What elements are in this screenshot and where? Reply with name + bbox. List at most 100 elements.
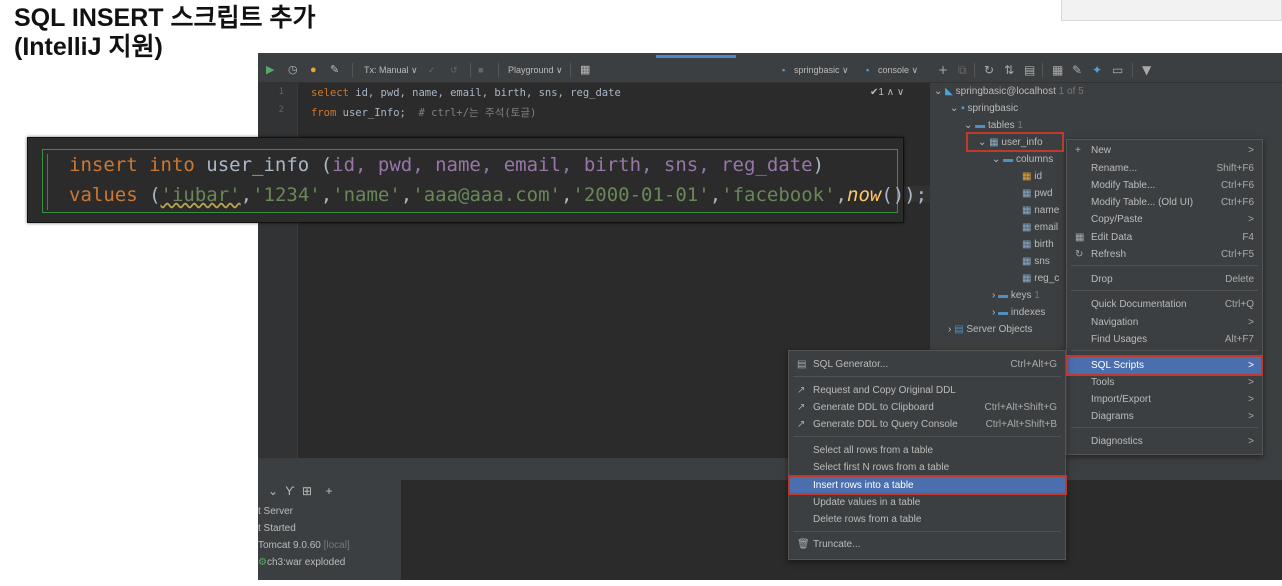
menu-item-find-usages[interactable]: Find Usages Alt+F7 <box>1067 331 1262 348</box>
table-view-icon[interactable]: ▦ <box>1052 63 1063 77</box>
tree-server-objects[interactable]: › ▤ Server Objects <box>948 322 1033 338</box>
menu-item-tools[interactable]: Tools > <box>1067 374 1262 391</box>
menu-item-copy-paste[interactable]: Copy/Paste > <box>1067 211 1262 228</box>
tree-column[interactable]: ▦ reg_c <box>1022 271 1059 287</box>
edit-icon[interactable]: ✎ <box>1072 63 1082 77</box>
menu-item-modify-table[interactable]: Modify Table... Ctrl+F6 <box>1067 177 1262 194</box>
submenu-item-delete-rows[interactable]: Delete rows from a table <box>789 511 1065 528</box>
submenu-item-ddl-console[interactable]: ↗ Generate DDL to Query Console Ctrl+Alt+S… <box>789 416 1065 433</box>
run-icon[interactable]: ▶ <box>266 64 274 77</box>
chevron-right-icon: › <box>948 324 952 335</box>
filter-icon[interactable]: ▼ <box>1142 63 1151 77</box>
code-string: 'iubar' <box>160 184 241 206</box>
filter-icon[interactable]: Ƴ <box>285 484 294 498</box>
tree-indexes-label: indexes <box>1010 307 1046 318</box>
history-icon[interactable]: ◷ <box>288 64 298 77</box>
add-icon[interactable]: + <box>938 63 948 77</box>
ddl-icon[interactable]: ▤ <box>1024 63 1035 77</box>
menu-item-edit-data[interactable]: ▦ Edit Data F4 <box>1067 229 1262 246</box>
menu-item-modify-table-old[interactable]: Modify Table... (Old UI) Ctrl+F6 <box>1067 194 1262 211</box>
code-columns: id, pwd, name, email, birth, sns, reg_da… <box>332 154 813 176</box>
tree-connection-count: 1 of 5 <box>1058 86 1084 97</box>
submenu-item-ddl-clipboard[interactable]: ↗ Generate DDL to Clipboard Ctrl+Alt+Shift… <box>789 399 1065 416</box>
copy-icon[interactable]: ⧉ <box>958 63 967 77</box>
submenu-item-label: Insert rows into a table <box>813 480 914 491</box>
tree-columns[interactable]: ⌄ ▬ columns <box>992 152 1053 168</box>
menu-item-refresh[interactable]: ↻ Refresh Ctrl+F5 <box>1067 246 1262 263</box>
console-dropdown[interactable]: console ∨ <box>878 64 918 77</box>
menu-item-new[interactable]: + New > <box>1067 142 1262 159</box>
tree-connection[interactable]: ⌄ ◣ springbasic@localhost 1 of 5 <box>934 84 1084 100</box>
grid-icon[interactable]: ▦ <box>580 64 590 77</box>
submenu-item-request-ddl[interactable]: ↗ Request and Copy Original DDL <box>789 382 1065 399</box>
zoom-line-1: insert into user_info (id, pwd, name, em… <box>69 154 824 176</box>
services-item[interactable]: t Server <box>258 506 293 517</box>
tree-keys[interactable]: › ▬ keys 1 <box>992 288 1040 304</box>
schema-icon[interactable]: ⇅ <box>1004 63 1014 77</box>
toolbar-divider <box>498 63 499 77</box>
rollback-icon[interactable]: ↺ <box>450 64 458 77</box>
tx-mode-dropdown[interactable]: Tx: Manual ∨ <box>364 64 418 77</box>
add-service-icon[interactable]: + <box>325 484 332 498</box>
datasource-dropdown[interactable]: springbasic ∨ <box>794 64 849 77</box>
menu-separator <box>1071 427 1258 428</box>
code-paren: ) <box>812 154 825 176</box>
code-string: 'aaa@aaa.com' <box>412 184 561 206</box>
refresh-icon[interactable]: ↻ <box>984 63 994 77</box>
services-item[interactable]: ⚙ch3:war exploded <box>258 557 345 568</box>
submenu-item-update-values[interactable]: Update values in a table <box>789 494 1065 511</box>
menu-item-navigation[interactable]: Navigation > <box>1067 314 1262 331</box>
menu-item-label: Copy/Paste <box>1091 214 1143 225</box>
wrench-icon[interactable]: ✎ <box>330 64 339 77</box>
menu-item-quick-doc[interactable]: Quick Documentation Ctrl+Q <box>1067 296 1262 313</box>
jump-icon[interactable]: ✦ <box>1092 63 1102 77</box>
menu-item-label: Import/Export <box>1091 394 1152 405</box>
profile-icon[interactable]: ● <box>310 64 317 77</box>
menu-item-diagrams[interactable]: Diagrams > <box>1067 408 1262 425</box>
menu-item-diagnostics[interactable]: Diagnostics > <box>1067 433 1262 450</box>
tree-column[interactable]: ▦ sns <box>1022 254 1050 270</box>
layout-icon[interactable]: ⊞ <box>302 484 312 498</box>
tree-column[interactable]: ▦ name <box>1022 203 1059 219</box>
services-item[interactable]: Tomcat 9.0.60 [local] <box>258 540 350 551</box>
inspection-widget[interactable]: ✔1 ∧ ∨ <box>870 87 904 98</box>
tree-table-label: user_info <box>1001 137 1043 148</box>
menu-item-drop[interactable]: Drop Delete <box>1067 271 1262 288</box>
code-line-2: from user_Info; # ctrl+/는 주석(토글) <box>311 105 536 120</box>
playground-dropdown[interactable]: Playground ∨ <box>508 64 563 77</box>
stop-icon[interactable]: ■ <box>478 64 483 77</box>
menu-item-import-export[interactable]: Import/Export > <box>1067 391 1262 408</box>
refresh-icon: ↻ <box>1075 249 1084 260</box>
submenu-item-sql-generator[interactable]: ▤ SQL Generator... Ctrl+Alt+G <box>789 356 1065 373</box>
column-icon: ▦ <box>1022 239 1032 250</box>
services-item[interactable]: t Started <box>258 523 296 534</box>
submenu-item-select-all[interactable]: Select all rows from a table <box>789 442 1065 459</box>
submenu-item-shortcut: Ctrl+Alt+G <box>1010 359 1057 370</box>
submenu-item-truncate[interactable]: 🗑 Truncate... <box>789 536 1065 553</box>
console-open-icon[interactable]: ▭ <box>1112 63 1123 77</box>
tree-tables[interactable]: ⌄ ▬ tables 1 <box>964 118 1023 134</box>
tree-column[interactable]: ▦ pwd <box>1022 186 1053 202</box>
collapse-icon[interactable]: ⌄ <box>268 484 278 498</box>
tree-column[interactable]: ▦ id <box>1022 169 1042 185</box>
code-text: id, pwd, name, email, birth, sns, reg_da… <box>348 87 621 99</box>
toolbar-divider <box>470 63 471 77</box>
tree-column[interactable]: ▦ email <box>1022 220 1058 236</box>
tree-column-label: reg_c <box>1034 273 1060 284</box>
commit-icon[interactable]: ✓ <box>428 64 436 77</box>
tree-table-user-info[interactable]: ⌄ ▦ user_info <box>978 135 1043 151</box>
tree-schema[interactable]: ⌄ ▪ springbasic <box>950 101 1018 117</box>
tree-indexes[interactable]: › ▬ indexes <box>992 305 1045 321</box>
menu-item-rename[interactable]: Rename... Shift+F6 <box>1067 160 1262 177</box>
fold-marker <box>47 154 55 210</box>
tree-column-label: name <box>1034 205 1060 216</box>
tree-column[interactable]: ▦ birth <box>1022 237 1054 253</box>
submenu-item-select-first-n[interactable]: Select first N rows from a table <box>789 459 1065 476</box>
menu-item-sql-scripts[interactable]: SQL Scripts > <box>1067 357 1262 374</box>
submenu-item-insert-rows[interactable]: Insert rows into a table <box>789 477 1065 494</box>
database-toolbar: + ⧉ ↻ ⇅ ▤ ▦ ✎ ✦ ▭ ▼ <box>930 58 1282 83</box>
tree-tables-label: tables <box>987 120 1015 131</box>
menu-item-label: Find Usages <box>1091 334 1148 345</box>
code-comma: , <box>560 184 573 206</box>
menu-item-label: Quick Documentation <box>1091 299 1187 310</box>
